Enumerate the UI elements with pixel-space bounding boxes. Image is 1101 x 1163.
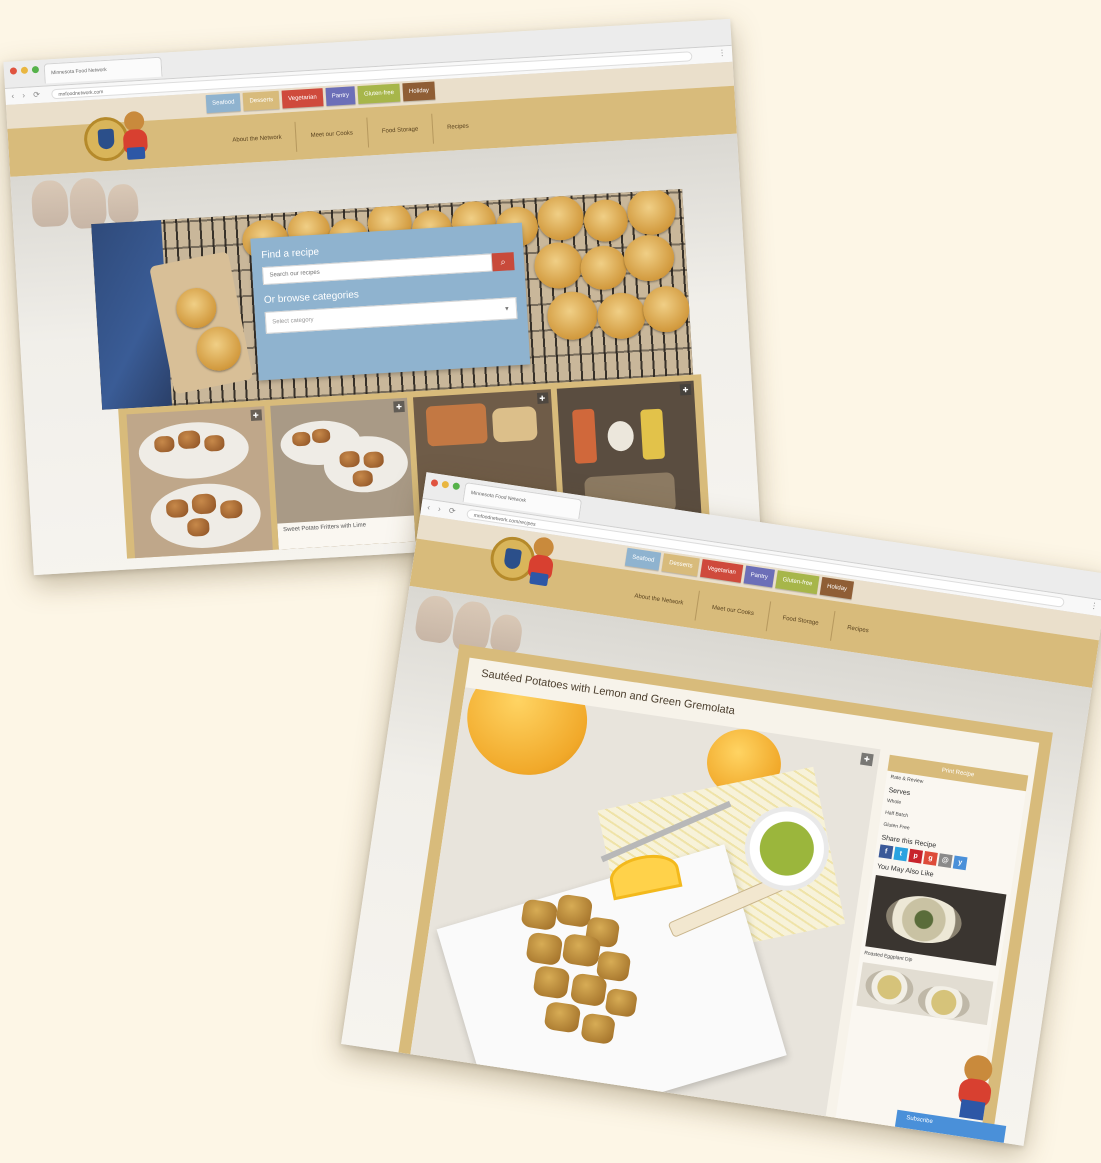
- site: Seafood Desserts Vegetarian Pantry Gluten-fr…: [5, 61, 761, 576]
- close-dot-icon[interactable]: [430, 479, 439, 487]
- recipe-search-panel: Find a recipe ⌕ Or browse categories Sel…: [250, 222, 531, 381]
- pin-icon[interactable]: ✚: [393, 400, 405, 413]
- social-share-icon[interactable]: y: [952, 855, 968, 871]
- pin-icon[interactable]: ✚: [860, 752, 874, 767]
- category-tab[interactable]: Vegetarian: [281, 88, 324, 109]
- category-tab[interactable]: Pantry: [325, 86, 356, 106]
- category-tab[interactable]: Holiday: [402, 81, 436, 102]
- category-tab[interactable]: Desserts: [243, 90, 280, 111]
- nav-arrows-icon[interactable]: ‹ › ⟳: [427, 503, 459, 517]
- maximize-dot-icon[interactable]: [31, 65, 40, 74]
- recipe-thumb[interactable]: ✚ Sweet Potato Fritters with Lime: [269, 397, 416, 550]
- recipe-page-screenshot: Minnesota Food Network ‹ › ⟳ mnfoodnetwo…: [341, 472, 1101, 1146]
- nav-link[interactable]: Food Storage: [765, 601, 835, 641]
- nav-link[interactable]: Recipes: [431, 110, 484, 144]
- minimize-dot-icon[interactable]: [441, 480, 450, 489]
- category-tab[interactable]: Gluten-free: [357, 83, 401, 105]
- nav-arrows-icon[interactable]: ‹ › ⟳: [11, 90, 43, 101]
- category-tab[interactable]: Vegetarian: [700, 558, 744, 583]
- menu-icon[interactable]: ⋮: [718, 48, 727, 57]
- social-share-icon[interactable]: t: [893, 846, 909, 862]
- main-nav: About the Network Meet our Cooks Food Stor…: [218, 110, 484, 157]
- pin-icon[interactable]: ✚: [679, 383, 692, 396]
- maximize-dot-icon[interactable]: [452, 482, 461, 491]
- post-frame: Sautéed Potatoes with Lemon and Green Gr…: [397, 643, 1053, 1146]
- minimize-dot-icon[interactable]: [20, 66, 29, 75]
- category-select-value: Select category: [272, 317, 314, 326]
- chevron-down-icon: ▾: [504, 305, 509, 313]
- social-share-icon[interactable]: f: [878, 844, 894, 860]
- pin-icon[interactable]: ✚: [249, 409, 262, 422]
- site-logo[interactable]: [486, 530, 568, 602]
- post-content: Sautéed Potatoes with Lemon and Green Gr…: [408, 657, 1040, 1146]
- nav-link[interactable]: About the Network: [218, 122, 297, 157]
- browser-tab[interactable]: Minnesota Food Network: [43, 56, 163, 84]
- social-share-icon[interactable]: @: [937, 853, 953, 869]
- window-controls: [430, 479, 461, 491]
- social-share-icon[interactable]: p: [908, 848, 924, 864]
- pin-icon[interactable]: ✚: [536, 392, 549, 404]
- category-tab[interactable]: Pantry: [743, 565, 775, 588]
- mascot-icon: [119, 110, 152, 161]
- nav-link[interactable]: Meet our Cooks: [294, 117, 368, 152]
- category-tab[interactable]: Gluten-free: [775, 570, 820, 595]
- recipe-photo: ✚: [408, 687, 881, 1126]
- close-dot-icon[interactable]: [9, 67, 18, 75]
- category-tab[interactable]: Seafood: [205, 93, 242, 114]
- nav-link[interactable]: Recipes: [830, 611, 885, 649]
- nav-link[interactable]: About the Network: [618, 579, 699, 620]
- nav-link[interactable]: Meet our Cooks: [694, 590, 770, 632]
- category-tab[interactable]: Desserts: [661, 553, 700, 577]
- homepage-screenshot: Minnesota Food Network ‹ › ⟳ mnfoodnetwo…: [3, 18, 761, 576]
- site: Seafood Desserts Vegetarian Pantry Gluten-fr…: [341, 514, 1101, 1146]
- nav-link[interactable]: Food Storage: [366, 113, 434, 148]
- social-share-icon[interactable]: g: [923, 851, 938, 866]
- recipe-thumb[interactable]: ✚: [126, 406, 273, 559]
- site-logo[interactable]: [82, 110, 161, 176]
- category-tab[interactable]: Holiday: [819, 576, 855, 600]
- search-icon[interactable]: ⌕: [491, 252, 515, 272]
- menu-icon[interactable]: ⋮: [1089, 601, 1098, 611]
- window-controls: [9, 65, 40, 75]
- category-tab[interactable]: Seafood: [624, 547, 662, 571]
- related-recipe-image[interactable]: [865, 875, 1007, 966]
- mascot-icon: [523, 535, 560, 587]
